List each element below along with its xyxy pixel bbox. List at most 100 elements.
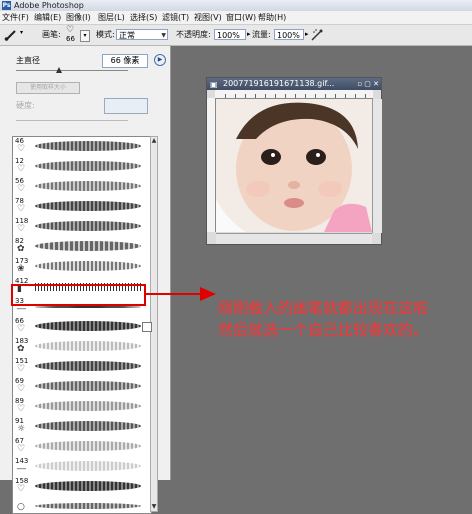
brush-stroke-preview — [35, 421, 141, 431]
brush-tool-icon[interactable] — [4, 29, 18, 41]
heart-brush-icon: ♡ — [17, 404, 26, 414]
menu-view[interactable]: 视图(V) — [194, 11, 222, 24]
scroll-down-icon[interactable]: ▼ — [151, 503, 157, 511]
flow-label: 流量: — [252, 30, 271, 39]
brush-item[interactable]: 89 ♡ — [13, 397, 151, 417]
diameter-slider-thumb[interactable] — [56, 67, 62, 73]
menu-edit[interactable]: 编辑(E) — [34, 11, 61, 24]
hardness-label: 硬度: — [16, 101, 35, 110]
flow-value: 100% — [277, 31, 300, 40]
heart-brush-icon: ♡ — [17, 324, 26, 334]
photoshop-app-icon: Ps — [2, 1, 11, 10]
brush-item[interactable]: 82 ✿ — [13, 237, 151, 257]
flower-brush-icon: ✿ — [17, 344, 25, 354]
brush-preset-picker: 主直径 66 像素 ▶ 使用取样大小 硬度: 46 ♡ 12 ♡ 56 ♡ 78… — [0, 46, 171, 514]
brush-item[interactable]: 173 ❀ — [13, 257, 151, 277]
document-title: 200771916191671138.gif... — [223, 79, 335, 88]
brush-stroke-preview — [35, 241, 141, 251]
brush-item[interactable]: 69 ♡ — [13, 377, 151, 397]
brush-stroke-preview — [35, 261, 141, 271]
opacity-dropdown-icon[interactable]: ▸ — [247, 29, 251, 40]
heart-brush-icon: ♡ — [17, 204, 26, 214]
flow-dropdown-icon[interactable]: ▸ — [305, 29, 309, 40]
image-document-window[interactable]: ▣ 200771916191671138.gif... ▫ ▢ ✕ — [206, 77, 382, 245]
brush-item[interactable]: 78 ♡ — [13, 197, 151, 217]
brush-stroke-preview — [35, 503, 141, 509]
brush-item[interactable]: 143 ― — [13, 457, 151, 477]
diameter-slider[interactable] — [16, 70, 128, 71]
document-vertical-scrollbar[interactable] — [372, 99, 382, 233]
brush-stroke-preview — [35, 401, 141, 411]
menu-window[interactable]: 窗口(W) — [226, 11, 256, 24]
menu-image[interactable]: 图像(I) — [66, 11, 91, 24]
title-bar: Ps Adobe Photoshop — [0, 0, 472, 11]
brush-item[interactable]: 46 ♡ — [13, 137, 151, 157]
annotation-arrow-line — [146, 293, 202, 295]
menu-bar: 文件(F) 编辑(E) 图像(I) 图层(L) 选择(S) 滤镜(T) 视图(V… — [0, 11, 472, 25]
brush-picker-button[interactable]: ▾ — [80, 30, 90, 42]
use-sample-size-button[interactable]: 使用取样大小 — [16, 82, 80, 94]
selected-brush-highlight — [11, 284, 146, 306]
brush-item[interactable]: ○ — [13, 495, 151, 513]
brush-item[interactable]: 67 ♡ — [13, 437, 151, 457]
app-title: Adobe Photoshop — [14, 1, 84, 10]
opacity-field[interactable]: 100% — [214, 29, 246, 40]
brush-label: 画笔: — [42, 30, 61, 39]
brush-size-value: 66 — [66, 35, 75, 43]
flower-brush-icon: ✿ — [17, 244, 25, 254]
heart-brush-icon: ♡ — [17, 224, 26, 234]
palette-menu-icon[interactable]: ▶ — [154, 54, 166, 66]
brush-stroke-preview — [35, 181, 141, 191]
hardness-field[interactable] — [104, 98, 148, 114]
brush-stroke-preview — [35, 361, 141, 371]
brush-item[interactable]: 91 ☼ — [13, 417, 151, 437]
mode-select[interactable]: 正常 ▼ — [116, 29, 168, 40]
brush-stroke-preview — [35, 306, 141, 308]
menu-select[interactable]: 选择(S) — [130, 11, 157, 24]
menu-layer[interactable]: 图层(L) — [98, 11, 125, 24]
baby-photo — [216, 99, 372, 232]
heart-brush-icon: ♡ — [17, 164, 26, 174]
mode-label: 模式: — [96, 30, 115, 39]
sun-brush-icon: ☼ — [17, 424, 26, 434]
brush-item-selected[interactable]: 66 ♡ — [13, 317, 151, 337]
brush-item[interactable]: 56 ♡ — [13, 177, 151, 197]
opacity-label: 不透明度: — [176, 30, 211, 39]
brush-stroke-preview — [35, 161, 141, 171]
flow-field[interactable]: 100% — [274, 29, 304, 40]
scroll-up-icon[interactable]: ▲ — [151, 137, 157, 145]
brush-heart-icon: ♡ — [66, 25, 75, 35]
document-horizontal-scrollbar[interactable] — [216, 233, 372, 244]
airbrush-icon[interactable] — [310, 28, 324, 42]
document-title-bar[interactable]: ▣ 200771916191671138.gif... ▫ ▢ ✕ — [207, 78, 381, 90]
brush-item[interactable]: 183 ✿ — [13, 337, 151, 357]
brush-list: 46 ♡ 12 ♡ 56 ♡ 78 ♡ 118 ♡ 82 ✿ 173 ❀ 412… — [12, 136, 152, 514]
annotation-line-2: 然后就选一个自己比较喜欢的。 — [218, 321, 429, 339]
horizontal-ruler — [215, 90, 373, 99]
hardness-slider[interactable] — [16, 120, 128, 121]
circle-brush-icon: ○ — [17, 502, 25, 512]
brush-stroke-preview — [35, 461, 141, 471]
master-diameter-field[interactable]: 66 像素 — [102, 54, 148, 68]
brush-item[interactable]: 118 ♡ — [13, 217, 151, 237]
menu-help[interactable]: 帮助(H) — [258, 11, 286, 24]
menu-file[interactable]: 文件(F) — [2, 11, 29, 24]
brush-item[interactable]: 12 ♡ — [13, 157, 151, 177]
tool-preset-dropdown-icon[interactable]: ▾ — [20, 29, 23, 36]
brush-item[interactable]: 158 ♡ — [13, 477, 151, 497]
heart-brush-icon: ♡ — [17, 444, 26, 454]
brush-stroke-preview — [35, 381, 141, 391]
heart-brush-icon: ♡ — [17, 484, 26, 494]
window-control-icons[interactable]: ▫ ▢ ✕ — [357, 78, 379, 90]
palette-edge-checkbox[interactable] — [142, 322, 152, 332]
brush-stroke-preview — [35, 341, 141, 351]
chevron-down-icon: ▼ — [161, 32, 166, 39]
line-brush-icon: ― — [17, 464, 26, 474]
annotation-line-1: 刚刚载入的画笔就都出现在这啦 — [218, 299, 429, 317]
menu-filter[interactable]: 滤镜(T) — [162, 11, 189, 24]
mode-value: 正常 — [119, 31, 135, 40]
brush-item[interactable]: 151 ♡ — [13, 357, 151, 377]
brush-stroke-preview — [35, 481, 141, 491]
heart-brush-icon: ♡ — [17, 364, 26, 374]
brush-stroke-preview — [35, 221, 141, 231]
